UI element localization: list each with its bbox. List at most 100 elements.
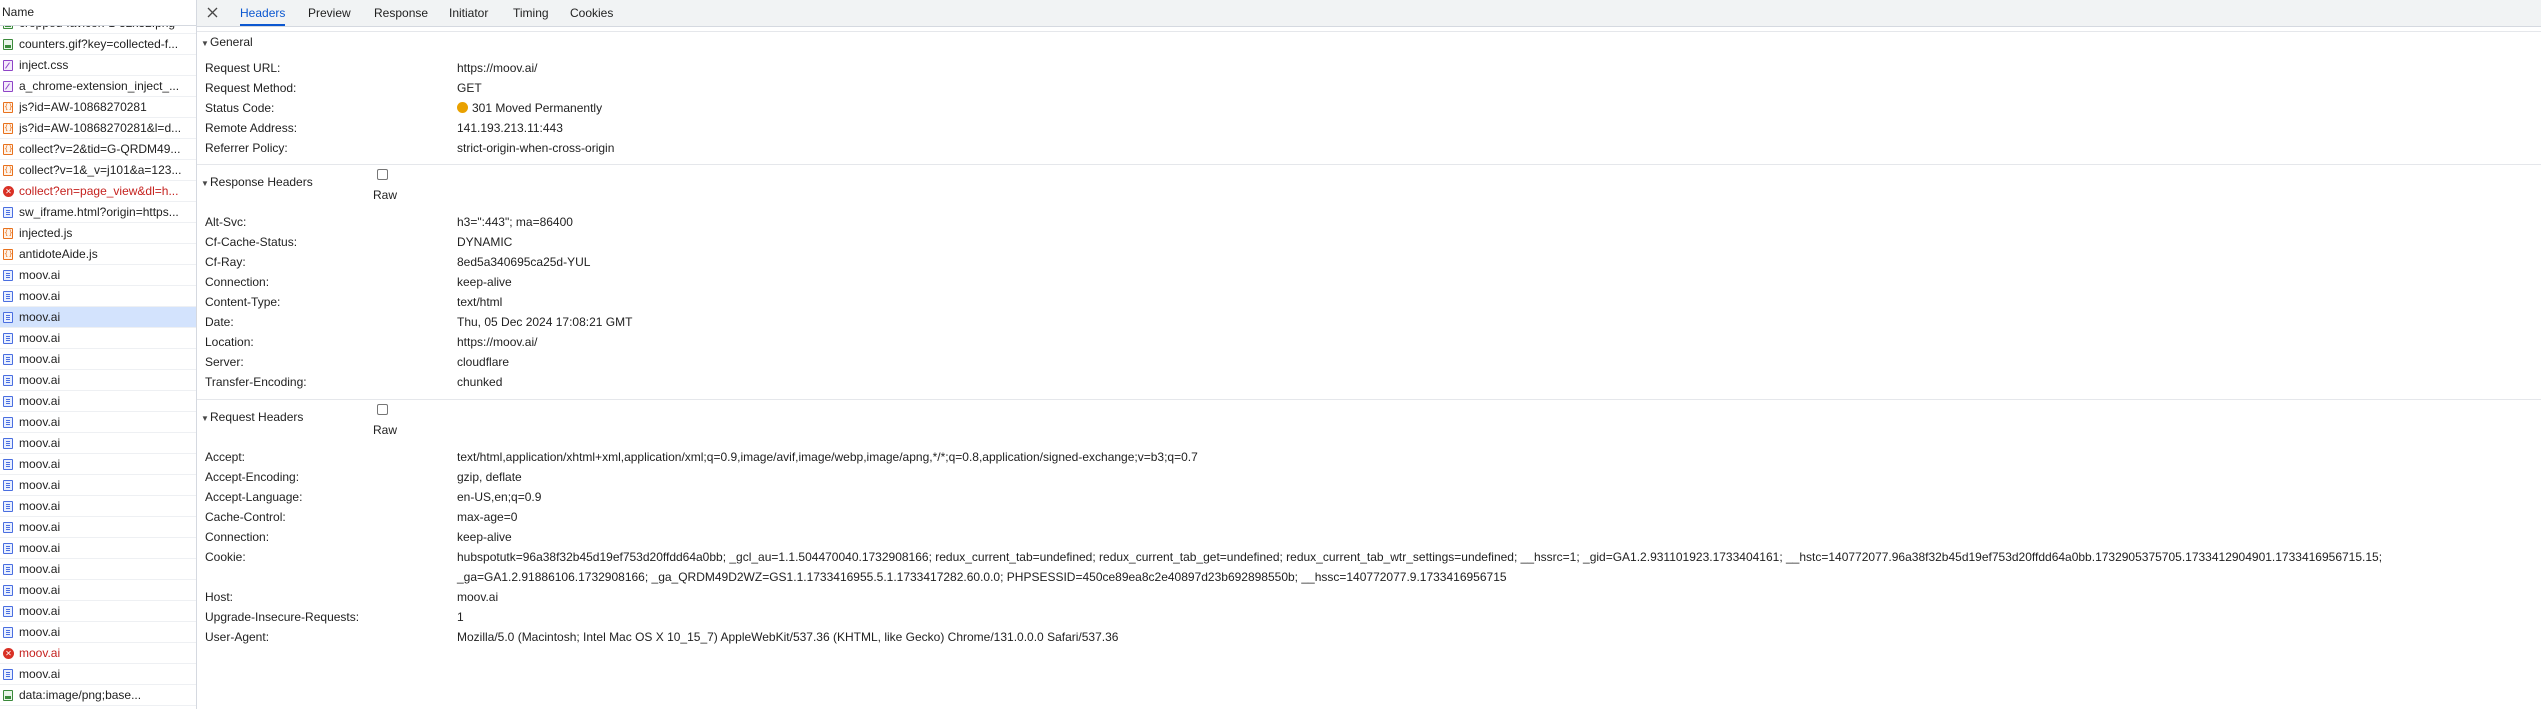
request-row[interactable]: moov.ai [0, 433, 196, 454]
request-row[interactable]: moov.ai [0, 559, 196, 580]
header-value[interactable]: DYNAMIC [457, 232, 2531, 252]
script-icon: {} [3, 165, 13, 176]
request-row[interactable]: moov.ai [0, 391, 196, 412]
header-value[interactable]: Mozilla/5.0 (Macintosh; Intel Mac OS X 1… [457, 627, 2531, 647]
tab-response[interactable]: Response [374, 0, 428, 26]
request-row[interactable]: moov.ai [0, 349, 196, 370]
error-icon: ✕ [3, 648, 14, 659]
general-section-toggle[interactable]: ▼General [201, 32, 253, 52]
request-row[interactable]: inject.css [0, 55, 196, 76]
document-icon [3, 333, 13, 344]
tab-headers[interactable]: Headers [240, 0, 286, 26]
request-row[interactable]: moov.ai [0, 496, 196, 517]
header-value[interactable]: https://moov.ai/ [457, 332, 2531, 352]
request-name: moov.ai [19, 478, 61, 492]
name-column-header[interactable]: Name [0, 0, 196, 26]
header-value[interactable]: strict-origin-when-cross-origin [457, 138, 2531, 158]
request-row[interactable]: {} collect?v=2&tid=G-QRDM49... [0, 139, 196, 160]
request-row[interactable]: moov.ai [0, 664, 196, 685]
request-row[interactable]: {} injected.js [0, 223, 196, 244]
header-value[interactable]: Thu, 05 Dec 2024 17:08:21 GMT [457, 312, 2531, 332]
request-name: moov.ai [19, 604, 61, 618]
request-row[interactable]: {} collect?v=1&_v=j101&a=123... [0, 160, 196, 181]
request-row[interactable]: moov.ai [0, 286, 196, 307]
header-key: Referrer Policy: [205, 141, 288, 155]
document-icon [3, 417, 13, 428]
header-value[interactable]: max-age=0 [457, 507, 2531, 527]
request-name: collect?v=1&_v=j101&a=123... [19, 163, 182, 177]
request-row[interactable]: moov.ai [0, 265, 196, 286]
request-raw-checkbox[interactable] [377, 404, 388, 415]
request-row[interactable]: moov.ai [0, 412, 196, 433]
request-row[interactable]: counters.gif?key=collected-f... [0, 34, 196, 55]
request-row[interactable]: {} antidoteAide.js [0, 244, 196, 265]
header-key: Server: [205, 355, 244, 369]
request-name: moov.ai [19, 646, 61, 660]
triangle-down-icon: ▼ [201, 179, 209, 188]
header-value[interactable]: https://moov.ai/ [457, 58, 2531, 78]
request-row[interactable]: moov.ai [0, 622, 196, 643]
request-name: moov.ai [19, 583, 61, 597]
header-key: Cache-Control: [205, 510, 286, 524]
response-raw-checkbox[interactable] [377, 169, 388, 180]
header-value[interactable]: 8ed5a340695ca25d-YUL [457, 252, 2531, 272]
request-row[interactable]: {} js?id=AW-10868270281 [0, 97, 196, 118]
request-row[interactable]: moov.ai [0, 601, 196, 622]
document-icon [3, 459, 13, 470]
request-row[interactable]: moov.ai [0, 307, 196, 328]
request-row[interactable]: data:image/png;base... [0, 685, 196, 706]
tab-cookies[interactable]: Cookies [570, 0, 613, 26]
close-icon[interactable] [205, 5, 220, 20]
tab-timing[interactable]: Timing [513, 0, 549, 26]
request-name: moov.ai [19, 625, 61, 639]
header-value[interactable]: text/html,application/xhtml+xml,applicat… [457, 447, 2531, 467]
header-value[interactable]: hubspotutk=96a38f32b45d19ef753d20ffdd64a… [457, 547, 2531, 587]
request-headers-toggle[interactable]: ▼Request Headers [201, 407, 303, 427]
document-icon [3, 207, 13, 218]
document-icon [3, 585, 13, 596]
request-row[interactable]: ✕ collect?en=page_view&dl=h... [0, 181, 196, 202]
request-row[interactable]: moov.ai [0, 580, 196, 601]
image-icon [3, 39, 13, 50]
header-row: Accept: text/html,application/xhtml+xml,a… [197, 447, 2541, 467]
request-row[interactable]: moov.ai [0, 454, 196, 475]
document-icon [3, 396, 13, 407]
request-raw-label: Raw [373, 423, 398, 437]
header-value[interactable]: 1 [457, 607, 2531, 627]
tab-initiator[interactable]: Initiator [449, 0, 488, 26]
header-key: Alt-Svc: [205, 215, 247, 229]
header-value[interactable]: cloudflare [457, 352, 2531, 372]
script-icon: {} [3, 249, 13, 260]
header-value[interactable]: en-US,en;q=0.9 [457, 487, 2531, 507]
header-value[interactable]: chunked [457, 372, 2531, 392]
request-name: moov.ai [19, 457, 61, 471]
request-headers-section: ▼Request Headers Raw Accept: text/html,ap… [197, 399, 2541, 709]
request-row[interactable]: moov.ai [0, 328, 196, 349]
response-headers-toggle[interactable]: ▼Response Headers [201, 172, 313, 192]
header-value[interactable]: gzip, deflate [457, 467, 2531, 487]
request-name: moov.ai [19, 289, 61, 303]
header-value[interactable]: text/html [457, 292, 2531, 312]
request-row[interactable]: moov.ai [0, 538, 196, 559]
request-row[interactable]: moov.ai [0, 475, 196, 496]
request-row[interactable]: sw_iframe.html?origin=https... [0, 202, 196, 223]
request-row[interactable]: moov.ai [0, 517, 196, 538]
header-value[interactable]: moov.ai [457, 587, 2531, 607]
header-value[interactable]: keep-alive [457, 272, 2531, 292]
tab-preview[interactable]: Preview [308, 0, 351, 26]
response-headers-title: Response Headers [210, 175, 313, 189]
header-value[interactable]: keep-alive [457, 527, 2531, 547]
request-row[interactable]: ✕ moov.ai [0, 643, 196, 664]
header-value[interactable]: GET [457, 78, 2531, 98]
header-value[interactable]: h3=":443"; ma=86400 [457, 212, 2531, 232]
request-name: data:image/png;base... [19, 688, 142, 702]
header-value[interactable]: 301 Moved Permanently [457, 98, 2531, 118]
request-headers-title: Request Headers [210, 410, 304, 424]
document-icon [3, 606, 13, 617]
request-row[interactable]: moov.ai [0, 370, 196, 391]
request-row[interactable]: a_chrome-extension_inject_... [0, 76, 196, 97]
header-value[interactable]: 141.193.213.11:443 [457, 118, 2531, 138]
document-icon [3, 522, 13, 533]
request-row[interactable]: {} js?id=AW-10868270281&l=d... [0, 118, 196, 139]
request-name: moov.ai [19, 310, 61, 324]
